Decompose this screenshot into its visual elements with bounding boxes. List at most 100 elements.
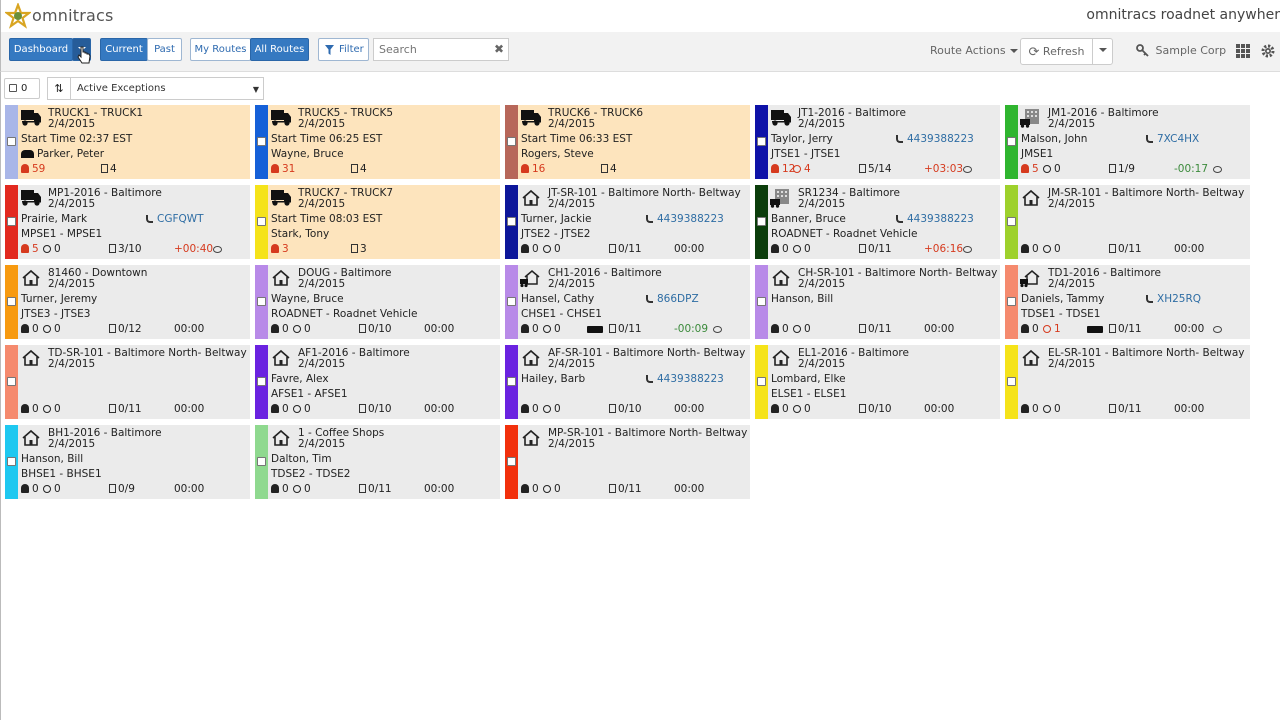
company-selector[interactable]: Sample Corp bbox=[1136, 44, 1226, 57]
document-icon bbox=[859, 164, 866, 173]
people-icon bbox=[21, 150, 34, 158]
route-card[interactable]: JM1-2016 - Baltimore 2/4/2015 Malson, John… bbox=[1005, 105, 1250, 179]
route-phone-link[interactable]: XH25RQ bbox=[1146, 293, 1201, 305]
bell-icon bbox=[521, 324, 529, 333]
selected-count: 0 bbox=[21, 83, 28, 94]
route-checkbox[interactable] bbox=[1007, 377, 1016, 386]
past-button[interactable]: Past bbox=[147, 38, 182, 61]
route-card[interactable]: EL1-2016 - Baltimore 2/4/2015 Lombard, Elk… bbox=[755, 345, 1000, 419]
comment-icon[interactable] bbox=[713, 323, 722, 335]
gear-icon[interactable] bbox=[1261, 44, 1275, 58]
all-routes-button[interactable]: All Routes bbox=[250, 38, 309, 61]
stop-progress-value: 0/10 bbox=[368, 403, 392, 415]
route-checkbox[interactable] bbox=[7, 457, 16, 466]
sort-button[interactable]: ⇅ bbox=[47, 77, 71, 100]
comment-icon[interactable] bbox=[963, 243, 972, 255]
route-checkbox[interactable] bbox=[1007, 217, 1016, 226]
comment-icon[interactable] bbox=[1213, 163, 1222, 175]
route-actions-dropdown[interactable]: Route Actions bbox=[930, 44, 1018, 57]
route-checkbox[interactable] bbox=[507, 377, 516, 386]
route-card[interactable]: AF1-2016 - Baltimore 2/4/2015 Favre, Alex A… bbox=[255, 345, 500, 419]
my-routes-button[interactable]: My Routes bbox=[190, 38, 251, 61]
comment-icon[interactable] bbox=[213, 243, 222, 255]
route-card[interactable]: SR1234 - Baltimore 2/4/2015 Banner, Bruce R… bbox=[755, 185, 1000, 259]
route-card[interactable]: EL-SR-101 - Baltimore North- Beltway 2/4/… bbox=[1005, 345, 1250, 419]
route-checkbox[interactable] bbox=[7, 377, 16, 386]
bell-icon bbox=[1021, 244, 1029, 253]
route-card[interactable]: TRUCK5 - TRUCK5 2/4/2015 Start Time 06:25 … bbox=[255, 105, 500, 179]
select-all-checkbox[interactable]: 0 bbox=[4, 78, 40, 99]
route-card[interactable]: MP-SR-101 - Baltimore North- Beltway 2/4/… bbox=[505, 425, 750, 499]
close-icon[interactable]: ✖ bbox=[494, 42, 504, 56]
route-phone-link[interactable]: 4439388223 bbox=[896, 213, 974, 225]
route-checkbox[interactable] bbox=[757, 297, 766, 306]
clock-icon bbox=[43, 485, 51, 493]
route-phone-link[interactable]: CGFQWT bbox=[146, 213, 204, 225]
route-checkbox[interactable] bbox=[507, 217, 516, 226]
search-input[interactable] bbox=[373, 38, 509, 61]
route-checkbox[interactable] bbox=[507, 297, 516, 306]
route-checkbox[interactable] bbox=[507, 457, 516, 466]
route-phone-link[interactable]: 4439388223 bbox=[896, 133, 974, 145]
route-detail-line: Rogers, Steve bbox=[521, 148, 594, 160]
route-phone-link[interactable]: 866DPZ bbox=[646, 293, 699, 305]
route-card[interactable]: DOUG - Baltimore 2/4/2015 Wayne, Bruce ROAD… bbox=[255, 265, 500, 339]
route-checkbox[interactable] bbox=[257, 377, 266, 386]
route-checkbox[interactable] bbox=[757, 217, 766, 226]
route-stats: 0 0 0/11 00:00 bbox=[521, 243, 750, 256]
stop-progress-value: 3/10 bbox=[118, 243, 142, 255]
route-card[interactable]: BH1-2016 - Baltimore 2/4/2015 Hanson, Bill… bbox=[5, 425, 250, 499]
stop-progress: 4 bbox=[351, 163, 367, 175]
route-card[interactable]: AF-SR-101 - Baltimore North- Beltway 2/4/… bbox=[505, 345, 750, 419]
route-card[interactable]: 1 - Coffee Shops 2/4/2015 Dalton, Tim TDSE2… bbox=[255, 425, 500, 499]
refresh-button[interactable]: ⟳ Refresh bbox=[1020, 38, 1093, 65]
speech-bubble-icon bbox=[713, 326, 722, 333]
route-card[interactable]: MP1-2016 - Baltimore 2/4/2015 Prairie, Mar… bbox=[5, 185, 250, 259]
route-card[interactable]: TRUCK7 - TRUCK7 2/4/2015 Start Time 08:03 … bbox=[255, 185, 500, 259]
route-phone-link[interactable]: 4439388223 bbox=[646, 373, 724, 385]
route-phone-number: 7XC4HX bbox=[1157, 133, 1200, 145]
route-card[interactable]: TD1-2016 - Baltimore 2/4/2015 Daniels, Tam… bbox=[1005, 265, 1250, 339]
route-checkbox[interactable] bbox=[1007, 297, 1016, 306]
route-card[interactable]: TRUCK1 - TRUCK1 2/4/2015 Start Time 02:37 … bbox=[5, 105, 250, 179]
route-checkbox[interactable] bbox=[1007, 137, 1016, 146]
route-stats: 0 0 0/9 00:00 bbox=[21, 483, 250, 496]
route-checkbox[interactable] bbox=[7, 297, 16, 306]
grid-apps-icon[interactable] bbox=[1236, 44, 1250, 58]
comment-icon[interactable] bbox=[1213, 323, 1222, 335]
route-checkbox[interactable] bbox=[257, 457, 266, 466]
exception-filter-select[interactable]: Active Exceptions ▼ bbox=[70, 77, 264, 100]
route-phone-link[interactable]: 4439388223 bbox=[646, 213, 724, 225]
route-checkbox[interactable] bbox=[7, 217, 16, 226]
route-detail-text: TDSE1 - TDSE1 bbox=[1021, 308, 1101, 320]
route-checkbox[interactable] bbox=[257, 137, 266, 146]
refresh-menu-button[interactable] bbox=[1092, 38, 1113, 65]
route-card[interactable]: CH1-2016 - Baltimore 2/4/2015 Hansel, Cath… bbox=[505, 265, 750, 339]
alert-count: 0 bbox=[271, 323, 289, 335]
late-count-value: 0 bbox=[54, 483, 61, 495]
route-checkbox[interactable] bbox=[757, 137, 766, 146]
dashboard-button[interactable]: Dashboard bbox=[9, 38, 73, 61]
filter-button[interactable]: Filter bbox=[318, 38, 369, 61]
route-phone-link[interactable]: 7XC4HX bbox=[1146, 133, 1199, 145]
late-count-value: 0 bbox=[804, 403, 811, 415]
route-checkbox[interactable] bbox=[757, 377, 766, 386]
route-checkbox[interactable] bbox=[7, 137, 16, 146]
route-card[interactable]: TRUCK6 - TRUCK6 2/4/2015 Start Time 06:33 … bbox=[505, 105, 750, 179]
route-card[interactable]: JT1-2016 - Baltimore 2/4/2015 Taylor, Jerr… bbox=[755, 105, 1000, 179]
route-checkbox[interactable] bbox=[257, 297, 266, 306]
route-card[interactable]: 81460 - Downtown 2/4/2015 Turner, Jeremy JT… bbox=[5, 265, 250, 339]
route-card[interactable]: CH-SR-101 - Baltimore North- Beltway 2/4/… bbox=[755, 265, 1000, 339]
current-button[interactable]: Current bbox=[100, 38, 148, 61]
route-time-variance: 00:00 bbox=[924, 323, 955, 335]
late-count-value: 0 bbox=[1054, 243, 1061, 255]
route-date: 2/4/2015 bbox=[298, 438, 346, 450]
route-checkbox[interactable] bbox=[257, 217, 266, 226]
route-card[interactable]: JT-SR-101 - Baltimore North- Beltway 2/4/… bbox=[505, 185, 750, 259]
comment-icon[interactable] bbox=[963, 163, 972, 175]
route-checkbox[interactable] bbox=[507, 137, 516, 146]
stop-progress: 0/11 bbox=[609, 243, 642, 255]
route-card[interactable]: JM-SR-101 - Baltimore North- Beltway 2/4/… bbox=[1005, 185, 1250, 259]
route-detail-text: MPSE1 - MPSE1 bbox=[21, 228, 103, 240]
route-card[interactable]: TD-SR-101 - Baltimore North- Beltway 2/4/… bbox=[5, 345, 250, 419]
